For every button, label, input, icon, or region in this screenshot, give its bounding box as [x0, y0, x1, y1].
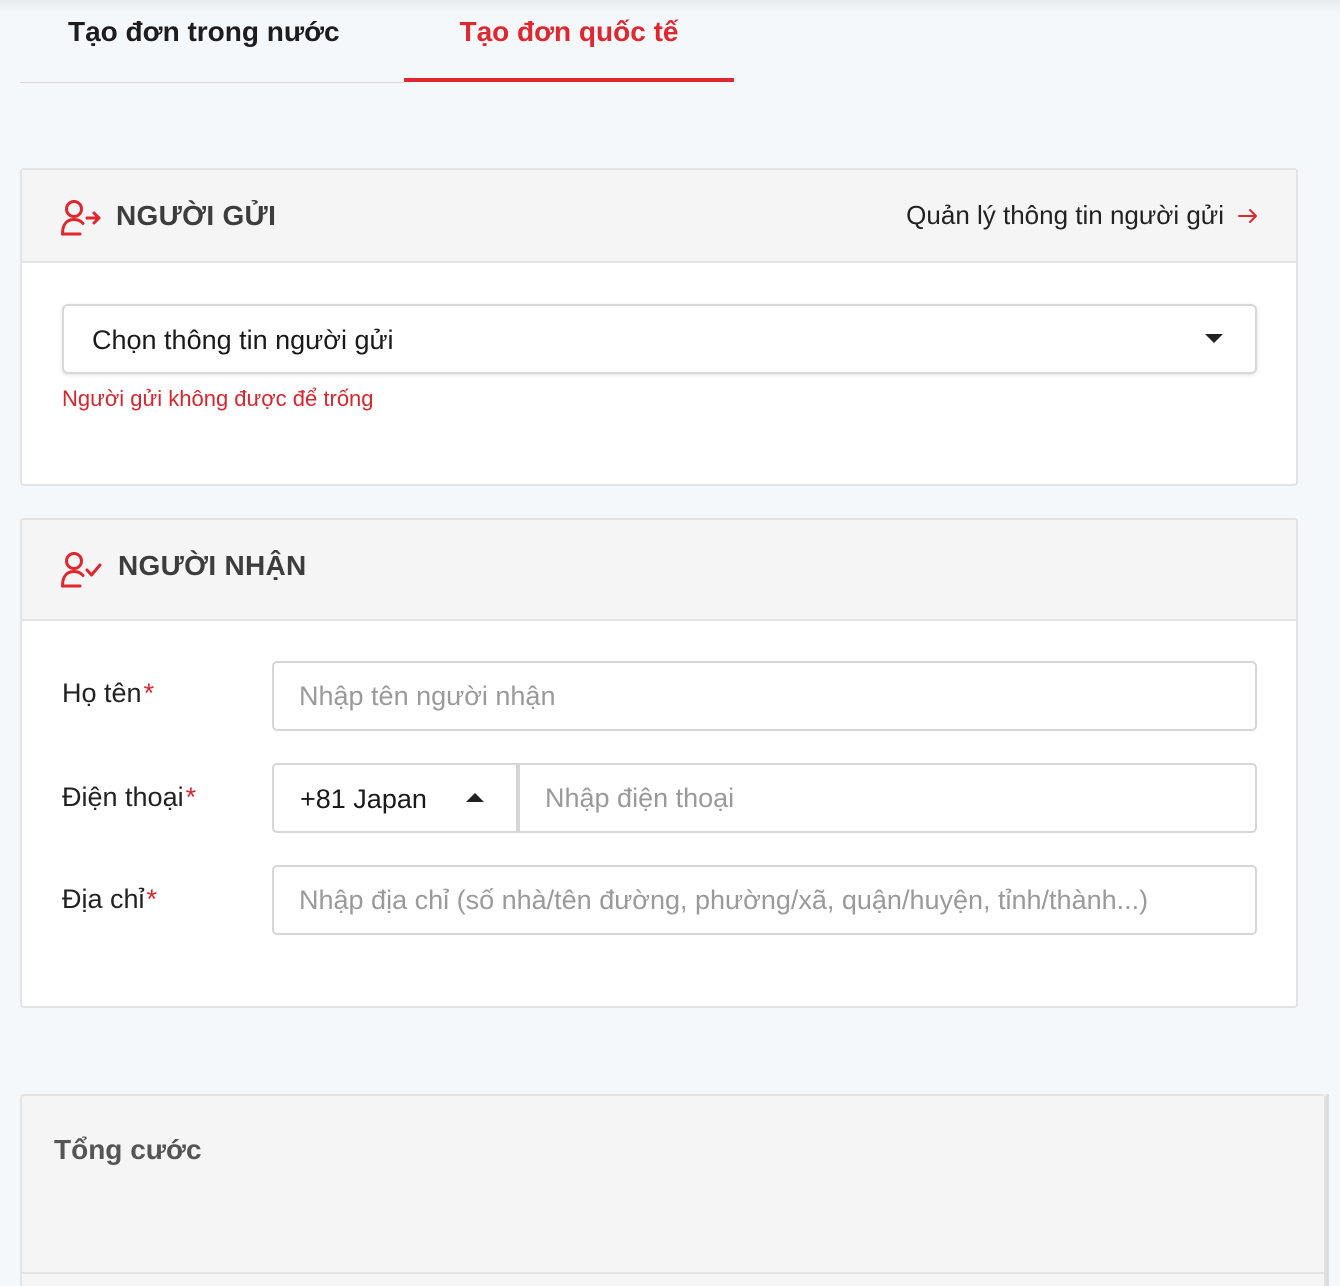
chevron-down-icon: [1205, 334, 1223, 343]
scrollbar-track[interactable]: [1326, 1094, 1329, 1286]
required-mark: *: [146, 884, 158, 914]
sender-title: NGƯỜI GỬI: [116, 200, 277, 231]
sender-error-message: Người gửi không được để trống: [62, 386, 374, 411]
chevron-up-icon: [466, 793, 484, 802]
tab-international-order[interactable]: Tạo đơn quốc tế: [404, 16, 734, 82]
receiver-phone-input[interactable]: [518, 763, 1257, 833]
sender-panel: NGƯỜI GỬI Quản lý thông tin người gửi Ch…: [20, 168, 1298, 486]
receiver-panel-header: NGƯỜI NHẬN: [22, 520, 1296, 621]
sender-select-value: Chọn thông tin người gửi: [92, 325, 394, 355]
arrow-right-icon: [1238, 200, 1258, 231]
address-label: Địa chỉ*: [62, 884, 157, 915]
user-check-icon: [60, 550, 102, 595]
tabs-baseline: [20, 82, 404, 83]
sender-select[interactable]: Chọn thông tin người gửi: [62, 304, 1257, 374]
receiver-title: NGƯỜI NHẬN: [118, 550, 307, 581]
order-type-tabs: Tạo đơn trong nước Tạo đơn quốc tế: [20, 0, 734, 84]
address-label-text: Địa chỉ: [62, 884, 145, 914]
phone-label: Điện thoại*: [62, 782, 196, 813]
user-send-icon: [60, 198, 102, 243]
sender-panel-header: NGƯỜI GỬI Quản lý thông tin người gửi: [22, 170, 1296, 263]
name-label-text: Họ tên: [62, 678, 142, 708]
required-mark: *: [143, 678, 155, 708]
country-code-select[interactable]: +81 Japan: [272, 763, 518, 833]
receiver-name-input[interactable]: [272, 661, 1257, 731]
receiver-address-input[interactable]: [272, 865, 1257, 935]
receiver-panel: NGƯỜI NHẬN Họ tên* Điện thoại* +81 Japan…: [20, 518, 1298, 1008]
phone-label-text: Điện thoại: [62, 782, 184, 812]
country-code-value: +81 Japan: [300, 784, 427, 814]
name-label: Họ tên*: [62, 678, 154, 709]
manage-sender-link[interactable]: Quản lý thông tin người gửi: [906, 200, 1258, 231]
manage-sender-label: Quản lý thông tin người gửi: [906, 200, 1224, 230]
total-fee-panel: Tổng cước: [20, 1094, 1328, 1286]
divider: [22, 1272, 1328, 1274]
required-mark: *: [185, 782, 197, 812]
total-fee-title: Tổng cước: [54, 1134, 202, 1165]
tab-domestic-order[interactable]: Tạo đơn trong nước: [68, 16, 340, 82]
